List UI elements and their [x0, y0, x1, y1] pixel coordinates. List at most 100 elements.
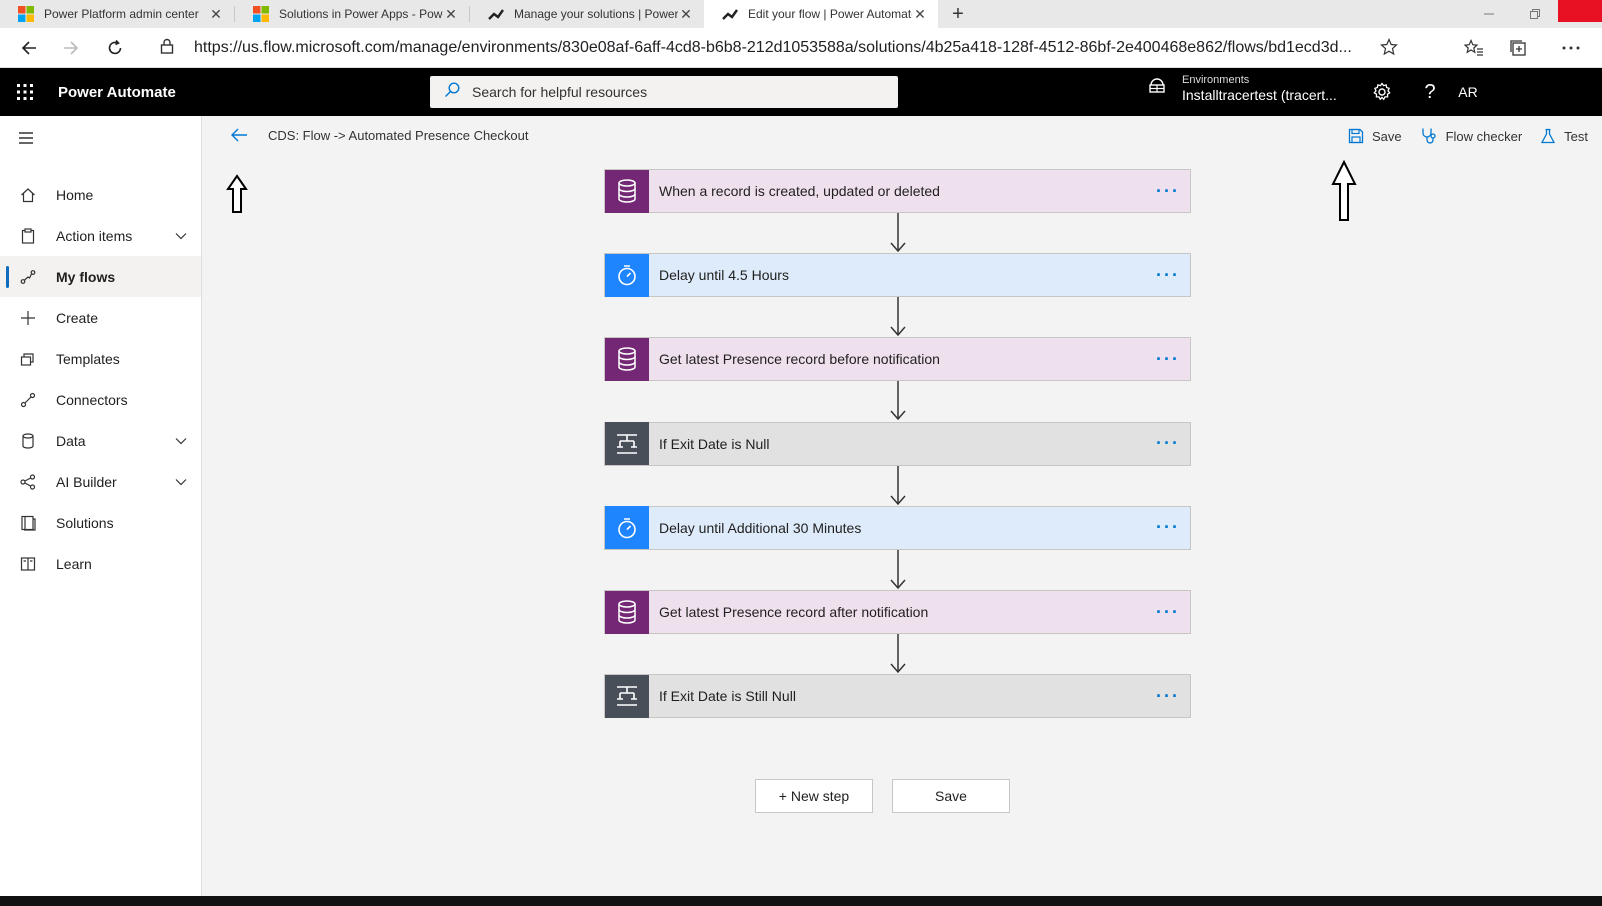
book-icon [0, 556, 56, 572]
avatar-initials: AR [1458, 84, 1478, 100]
sidebar-item-learn[interactable]: Learn [0, 544, 201, 585]
step-title: Get latest Presence record after notific… [659, 604, 929, 620]
hamburger-menu-icon[interactable] [0, 116, 201, 160]
more-options-icon[interactable]: ··· [1146, 170, 1190, 213]
app-launcher-icon[interactable] [0, 68, 50, 116]
sidebar-item-label: Action items [56, 227, 133, 244]
chevron-down-icon[interactable] [161, 437, 201, 445]
close-icon[interactable]: ✕ [443, 6, 459, 23]
sidebar-item-action-items[interactable]: Action items [0, 215, 201, 256]
forward-icon[interactable] [52, 28, 90, 68]
flow-checker-button[interactable]: Flow checker [1420, 127, 1523, 145]
sidebar-item-label: Connectors [56, 392, 128, 409]
sidebar-item-home[interactable]: Home [0, 174, 201, 215]
flow-step-card[interactable]: Delay until 4.5 Hours ··· [604, 253, 1191, 298]
annotation-arrow-up-icon [1331, 160, 1357, 221]
more-options-icon[interactable]: ··· [1146, 506, 1190, 549]
close-icon[interactable]: ✕ [678, 6, 694, 23]
connector-arrow-icon [890, 634, 906, 674]
connector-arrow-icon [890, 297, 906, 337]
microsoft-logo-icon [253, 6, 269, 22]
more-options-icon[interactable]: ··· [1146, 675, 1190, 718]
sidebar-item-label: My flows [56, 268, 116, 285]
browser-tab-strip: Power Platform admin center ✕ Solutions … [0, 0, 1602, 28]
restore-icon[interactable] [1512, 0, 1558, 28]
search-input[interactable]: Search for helpful resources [430, 76, 898, 108]
back-icon[interactable] [10, 28, 48, 68]
save-icon [1348, 128, 1364, 144]
settings-gear-icon[interactable] [1360, 68, 1404, 116]
chevron-down-icon[interactable] [161, 232, 201, 240]
sidebar-item-connectors[interactable]: Connectors [0, 379, 201, 420]
taskbar-edge [0, 896, 1602, 906]
back-arrow-icon[interactable] [230, 126, 248, 149]
connector-arrow-icon [890, 549, 906, 589]
sidebar-item-solutions[interactable]: Solutions [0, 503, 201, 544]
flow-step-card[interactable]: Delay until Additional 30 Minutes ··· [604, 505, 1191, 550]
step-title: If Exit Date is Null [659, 435, 770, 452]
save-button[interactable]: Save [892, 779, 1010, 813]
save-command-button[interactable]: Save [1348, 128, 1402, 144]
browser-tab[interactable]: Power Platform admin center ✕ [0, 0, 234, 28]
sidebar-item-label: Templates [56, 350, 120, 367]
favorites-icon[interactable] [1452, 28, 1496, 68]
address-bar[interactable]: https://us.flow.microsoft.com/manage/env… [146, 32, 1410, 64]
minimize-icon[interactable] [1466, 0, 1512, 28]
app-header: Power Automate Search for helpful resour… [0, 68, 1602, 116]
sidebar-item-my-flows[interactable]: My flows [0, 256, 201, 298]
tab-title: Manage your solutions | Power A [514, 7, 678, 21]
browser-toolbar: https://us.flow.microsoft.com/manage/env… [0, 28, 1602, 68]
timer-icon [605, 506, 649, 550]
avatar[interactable]: AR [1446, 68, 1490, 116]
more-options-icon[interactable]: ··· [1146, 338, 1190, 381]
search-placeholder: Search for helpful resources [472, 84, 648, 100]
more-options-icon[interactable]: ··· [1146, 422, 1190, 465]
condition-icon [605, 674, 649, 718]
flow-checker-label: Flow checker [1445, 128, 1523, 144]
chevron-down-icon[interactable] [161, 478, 201, 486]
tab-title: Power Platform admin center [44, 7, 199, 21]
browser-tab[interactable]: Solutions in Power Apps - Power ✕ [235, 0, 469, 28]
flow-step-card[interactable]: Get latest Presence record after notific… [604, 590, 1191, 634]
environment-picker[interactable]: Environments Installtracertest (tracert.… [1148, 74, 1337, 104]
more-options-icon[interactable]: ··· [1146, 254, 1190, 297]
window-close-icon[interactable] [1558, 0, 1602, 22]
tab-title: Edit your flow | Power Automate [748, 7, 912, 21]
more-options-icon[interactable] [1540, 28, 1602, 68]
database-icon [605, 590, 649, 634]
more-options-icon[interactable]: ··· [1146, 591, 1190, 634]
test-label: Test [1564, 128, 1588, 144]
flow-icon [0, 269, 56, 285]
annotation-arrow-up-icon [226, 174, 248, 213]
sidebar-item-label: Data [56, 433, 86, 450]
refresh-icon[interactable] [96, 28, 134, 68]
sidebar-item-label: AI Builder [56, 474, 117, 491]
new-tab-button[interactable]: + [938, 0, 978, 28]
flow-step-card[interactable]: Get latest Presence record before notifi… [604, 337, 1191, 382]
close-icon[interactable]: ✕ [208, 6, 224, 23]
step-title: Delay until Additional 30 Minutes [659, 519, 862, 536]
close-icon[interactable]: ✕ [912, 6, 928, 23]
sidebar-item-data[interactable]: Data [0, 421, 201, 462]
favorite-star-icon[interactable] [1380, 38, 1398, 61]
app-title[interactable]: Power Automate [58, 84, 176, 101]
sidebar-item-label: Home [56, 186, 94, 203]
command-bar: CDS: Flow -> Automated Presence Checkout… [202, 116, 1602, 156]
flow-step-card[interactable]: When a record is created, updated or del… [604, 169, 1191, 213]
collections-icon[interactable] [1496, 28, 1540, 68]
flow-step-card[interactable]: If Exit Date is Null ··· [604, 421, 1191, 466]
sidebar-item-ai-builder[interactable]: AI Builder [0, 462, 201, 503]
browser-tab[interactable]: Manage your solutions | Power A ✕ [470, 0, 704, 28]
flow-name: CDS: Flow -> Automated Presence Checkout [268, 128, 529, 143]
sidebar-item-create[interactable]: Create [0, 297, 201, 338]
new-step-button[interactable]: + New step [755, 779, 873, 813]
step-title: If Exit Date is Still Null [659, 688, 796, 705]
test-button[interactable]: Test [1540, 128, 1588, 144]
database-icon [605, 169, 649, 213]
ai-builder-icon [0, 474, 56, 490]
window-controls [1466, 0, 1602, 28]
power-automate-icon [488, 6, 504, 22]
browser-tab-active[interactable]: Edit your flow | Power Automate ✕ [704, 0, 938, 28]
flow-step-card[interactable]: If Exit Date is Still Null ··· [604, 674, 1191, 719]
sidebar-item-templates[interactable]: Templates [0, 338, 201, 379]
